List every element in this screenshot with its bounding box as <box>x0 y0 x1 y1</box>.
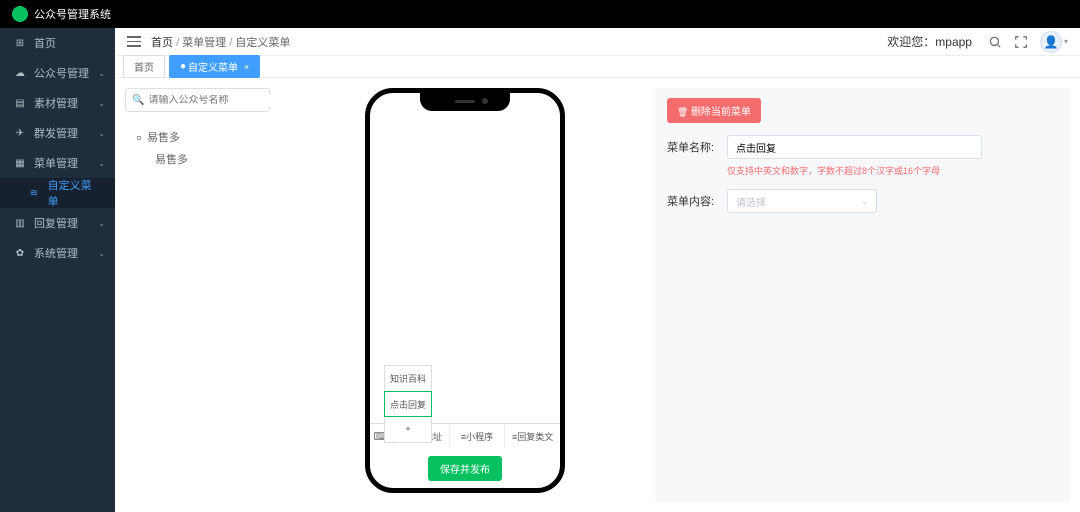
menu-cell-3[interactable]: ≡回复类文 <box>505 424 560 448</box>
sidebar-item-reply[interactable]: ▥ 回复管理 ⌄ <box>0 208 115 238</box>
search-input-wrapper[interactable]: 🔍 <box>125 88 270 112</box>
submenu-popup: 知识百科 点击回复 + <box>384 365 432 443</box>
breadcrumb: 首页 / 菜单管理 / 自定义菜单 <box>151 34 290 50</box>
chevron-down-icon[interactable]: ▾ <box>1064 37 1068 46</box>
sidebar-label: 系统管理 <box>34 245 78 261</box>
sidebar-item-account[interactable]: ☁ 公众号管理 ⌄ <box>0 58 115 88</box>
chevron-down-icon: ⌄ <box>98 129 105 138</box>
chevron-down-icon: ⌄ <box>98 219 105 228</box>
phone-notch <box>420 93 510 111</box>
breadcrumb-item[interactable]: 菜单管理 <box>182 37 226 49</box>
brand-name: 公众号管理系统 <box>34 6 111 22</box>
gear-icon: ✿ <box>14 247 26 259</box>
search-input[interactable] <box>148 95 280 106</box>
tabs-bar: 首页 ● 自定义菜单 × <box>115 56 1080 78</box>
reply-icon: ▥ <box>14 217 26 229</box>
welcome-text: 欢迎您：mpapp <box>887 33 972 50</box>
name-label: 菜单名称: <box>667 139 727 155</box>
stack-icon: ▤ <box>14 97 26 109</box>
breadcrumb-item: 自定义菜单 <box>235 37 290 49</box>
chevron-down-icon: ⌄ <box>98 249 105 258</box>
close-icon[interactable]: × <box>244 62 249 72</box>
breadcrumb-item[interactable]: 首页 <box>151 37 173 49</box>
search-icon[interactable] <box>988 35 1002 49</box>
cloud-icon: ☁ <box>14 67 26 79</box>
tree-toggle-icon[interactable] <box>137 136 141 140</box>
menu-cell-2[interactable]: ≡小程序 <box>450 424 506 448</box>
chevron-down-icon: ⌄ <box>98 99 105 108</box>
sidebar-item-home[interactable]: ⊞ 首页 <box>0 28 115 58</box>
sidebar-label: 菜单管理 <box>34 155 78 171</box>
delete-menu-button[interactable]: 删除当前菜单 <box>667 98 761 123</box>
chevron-down-icon: ⌄ <box>861 197 868 206</box>
sidebar: ⊞ 首页 ☁ 公众号管理 ⌄ ▤ 素材管理 ⌄ ✈ 群发管理 ⌄ ▦ 菜单管理 … <box>0 28 115 512</box>
save-publish-button[interactable]: 保存并发布 <box>428 456 502 481</box>
name-hint: 仅支持中英文和数字，字数不超过8个汉字或16个字母 <box>727 164 1058 177</box>
sidebar-label: 自定义菜单 <box>48 177 101 209</box>
content-label: 菜单内容: <box>667 193 727 209</box>
grid-icon: ▦ <box>14 157 26 169</box>
menu-icon: ≋ <box>28 187 40 199</box>
user-avatar[interactable]: 👤 <box>1040 31 1062 53</box>
top-bar: 公众号管理系统 <box>0 0 1080 28</box>
sidebar-label: 回复管理 <box>34 215 78 231</box>
sidebar-item-menu[interactable]: ▦ 菜单管理 ⌄ <box>0 148 115 178</box>
send-icon: ✈ <box>14 127 26 139</box>
sidebar-label: 公众号管理 <box>34 65 89 81</box>
account-tree-panel: 🔍 易售多 易售多 <box>125 88 275 502</box>
sidebar-label: 群发管理 <box>34 125 78 141</box>
submenu-item[interactable]: 知识百科 <box>385 366 431 392</box>
search-icon: 🔍 <box>132 95 144 106</box>
sidebar-label: 素材管理 <box>34 95 78 111</box>
sidebar-item-custom-menu[interactable]: ≋ 自定义菜单 <box>0 178 115 208</box>
sidebar-item-material[interactable]: ▤ 素材管理 ⌄ <box>0 88 115 118</box>
add-submenu-button[interactable]: + <box>385 416 431 442</box>
collapse-sidebar-button[interactable] <box>127 35 141 49</box>
tab-custom-menu[interactable]: ● 自定义菜单 × <box>169 55 260 78</box>
dashboard-icon: ⊞ <box>14 37 26 49</box>
tab-home[interactable]: 首页 <box>123 55 165 78</box>
logo-icon <box>12 6 28 22</box>
phone-preview: 知识百科 点击回复 + ⌨ ≡百度地址 ≡小程序 ≡回复类文 <box>365 88 565 493</box>
menu-content-select[interactable]: 请选择 ⌄ <box>727 189 877 213</box>
sidebar-label: 首页 <box>34 35 56 51</box>
sidebar-item-system[interactable]: ✿ 系统管理 ⌄ <box>0 238 115 268</box>
menu-form-panel: 删除当前菜单 菜单名称: 仅支持中英文和数字，字数不超过8个汉字或16个字母 菜… <box>655 88 1070 502</box>
header: 首页 / 菜单管理 / 自定义菜单 欢迎您：mpapp 👤 ▾ <box>115 28 1080 56</box>
menu-name-input[interactable] <box>727 135 982 159</box>
brand-logo: 公众号管理系统 <box>12 6 111 22</box>
chevron-down-icon: ⌄ <box>98 159 105 168</box>
tree-child[interactable]: 易售多 <box>125 148 275 170</box>
submenu-item-selected[interactable]: 点击回复 <box>384 391 432 417</box>
sidebar-item-broadcast[interactable]: ✈ 群发管理 ⌄ <box>0 118 115 148</box>
fullscreen-icon[interactable] <box>1014 35 1028 49</box>
tree-root[interactable]: 易售多 <box>125 126 275 148</box>
chevron-down-icon: ⌄ <box>98 69 105 78</box>
